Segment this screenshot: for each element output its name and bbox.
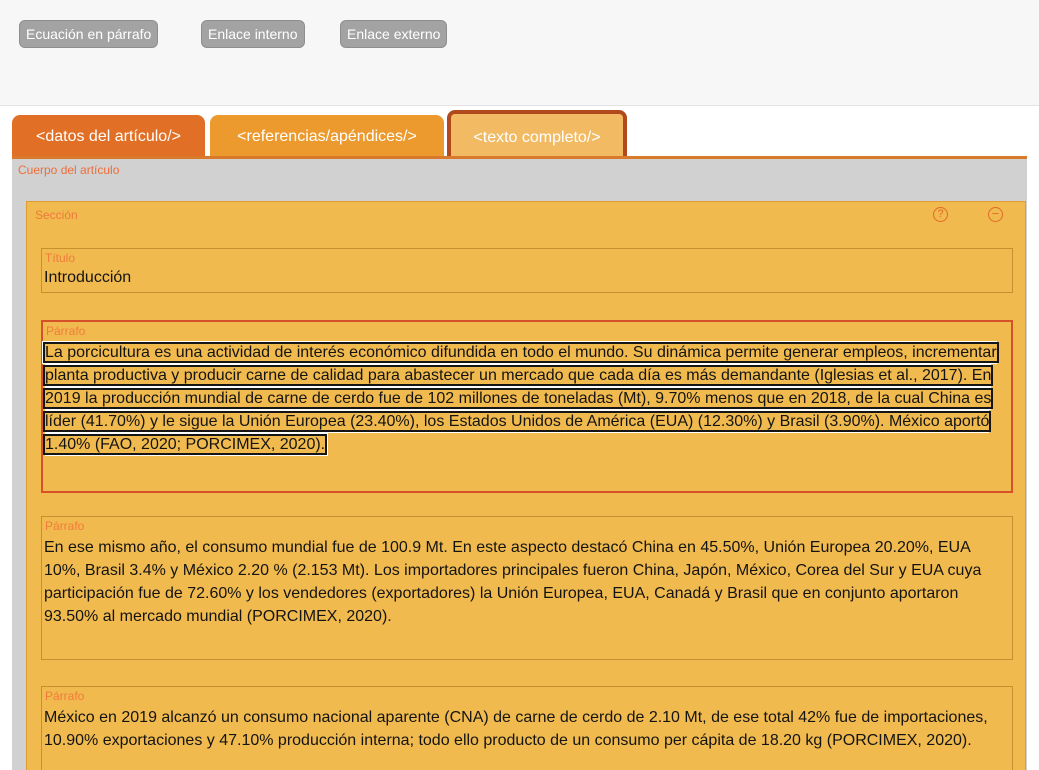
article-body-label: Cuerpo del artículo bbox=[18, 163, 120, 177]
paragraph-text-2[interactable]: En ese mismo año, el consumo mundial fue… bbox=[44, 536, 1006, 628]
section-label: Sección bbox=[35, 208, 78, 222]
paragraph-field-1[interactable]: Párrafo La porcicultura es una actividad… bbox=[41, 320, 1013, 493]
selected-text[interactable]: La porcicultura es una actividad de inte… bbox=[43, 342, 999, 455]
section-block: Sección ? − Título Introducción Párrafo … bbox=[26, 201, 1026, 770]
paragraph-field-2[interactable]: Párrafo En ese mismo año, el consumo mun… bbox=[41, 516, 1013, 660]
paragraph-text-1[interactable]: La porcicultura es una actividad de inte… bbox=[43, 341, 1005, 456]
internal-link-button[interactable]: Enlace interno bbox=[201, 20, 305, 48]
paragraph-label: Párrafo bbox=[45, 689, 85, 703]
external-link-button[interactable]: Enlace externo bbox=[340, 20, 448, 48]
article-body-panel: Cuerpo del artículo Sección ? − Título I… bbox=[12, 159, 1027, 770]
help-icon[interactable]: ? bbox=[933, 207, 948, 222]
equation-paragraph-button[interactable]: Ecuación en párrafo bbox=[19, 20, 159, 48]
tab-full-text[interactable]: <texto completo/> bbox=[447, 110, 627, 158]
tab-article-data[interactable]: <datos del artículo/> bbox=[12, 115, 205, 158]
paragraph-label: Párrafo bbox=[45, 519, 85, 533]
paragraph-text-3[interactable]: México en 2019 alcanzó un consumo nacion… bbox=[44, 706, 1006, 752]
editor-toolbar: Ecuación en párrafo Enlace interno Enlac… bbox=[0, 0, 1039, 106]
tab-references-appendices[interactable]: <referencias/apéndices/> bbox=[210, 115, 444, 158]
title-value[interactable]: Introducción bbox=[44, 266, 1006, 289]
title-field[interactable]: Título Introducción bbox=[41, 248, 1013, 293]
title-field-label: Título bbox=[45, 251, 76, 265]
paragraph-field-3[interactable]: Párrafo México en 2019 alcanzó un consum… bbox=[41, 686, 1013, 770]
collapse-icon[interactable]: − bbox=[988, 207, 1003, 222]
paragraph-label: Párrafo bbox=[46, 324, 86, 338]
